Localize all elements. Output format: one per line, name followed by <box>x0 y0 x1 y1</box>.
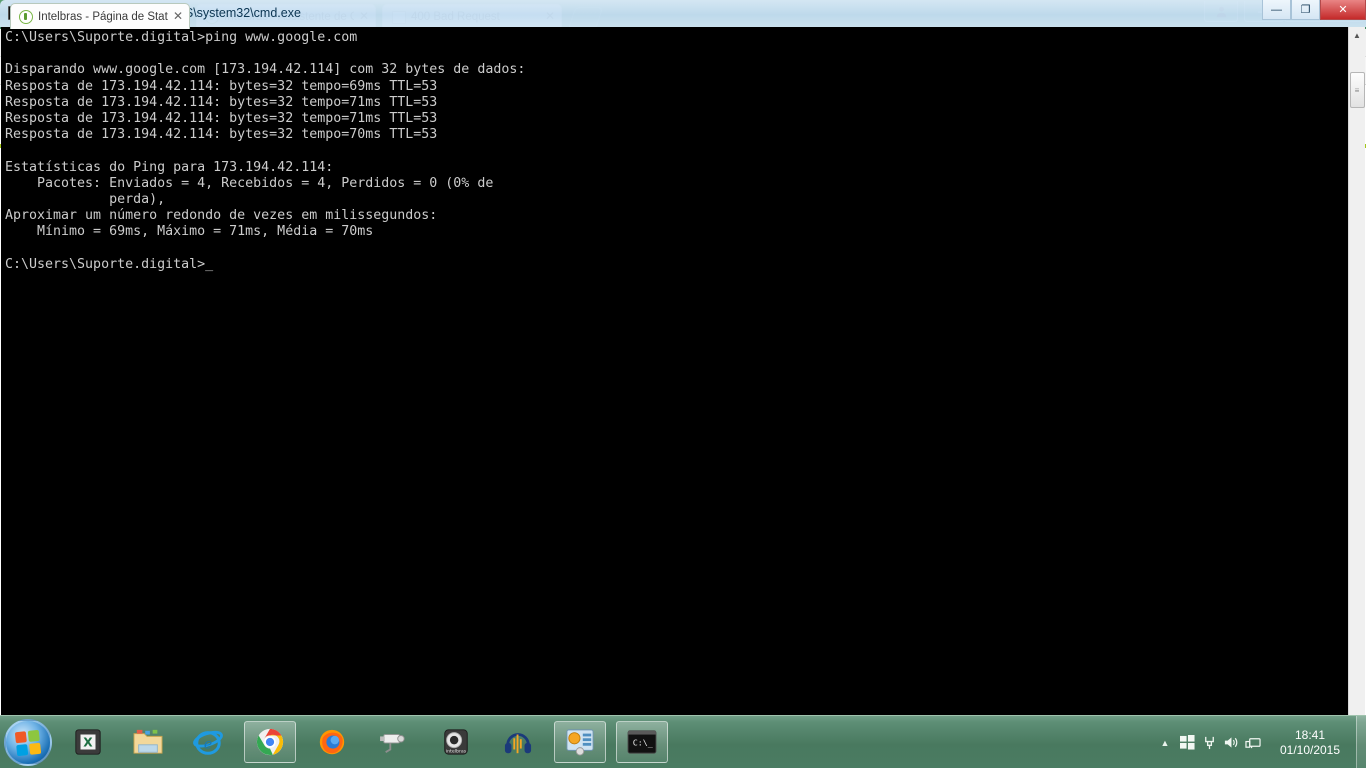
folder-icon <box>132 728 164 756</box>
maximize-button[interactable]: ❐ <box>1291 0 1320 20</box>
dvr-icon: intelbras <box>441 727 471 757</box>
cmd-window-controls: — ❐ ✕ <box>1262 0 1366 20</box>
svg-text:e: e <box>204 737 212 753</box>
browser-tab-0[interactable]: Intelbras - Página de Statu ✕ <box>10 3 190 29</box>
taskbar-item-control-panel[interactable] <box>554 721 606 763</box>
taskbar-item-explorer[interactable] <box>122 721 174 763</box>
volume-icon[interactable] <box>1220 730 1242 756</box>
cmd-line: C:\Users\Suporte.digital>ping www.google… <box>5 30 357 45</box>
cmd-output-area[interactable]: C:\Users\Suporte.digital>ping www.google… <box>1 27 1348 767</box>
cmd-line: Mínimo = 69ms, Máximo = 71ms, Média = 70… <box>5 224 373 239</box>
command-prompt-window: C:\ Administrador: C:\WINDOWS\system32\c… <box>0 0 658 347</box>
cmd-title-bar[interactable]: C:\ Administrador: C:\WINDOWS\system32\c… <box>0 0 1366 27</box>
cmd-line: Estatísticas do Ping para 173.194.42.114… <box>5 160 333 175</box>
cmd-icon: C:\_ <box>626 729 658 755</box>
taskbar-item-camera[interactable] <box>368 721 420 763</box>
cmd-line: perda), <box>5 192 165 207</box>
taskbar-clock[interactable]: 18:41 01/10/2015 <box>1264 728 1356 758</box>
svg-text:C:\_: C:\_ <box>633 738 654 748</box>
windows-logo-icon <box>15 729 41 755</box>
cmd-line: Resposta de 173.194.42.114: bytes=32 tem… <box>5 127 437 142</box>
taskbar-item-chrome[interactable] <box>244 721 296 763</box>
taskbar-item-firefox[interactable] <box>306 721 358 763</box>
scroll-up-icon[interactable]: ▲ <box>1349 27 1366 44</box>
cmd-line: Resposta de 173.194.42.114: bytes=32 tem… <box>5 111 437 126</box>
cmd-line: Aproximar um número redondo de vezes em … <box>5 208 437 223</box>
chrome-icon <box>255 727 285 757</box>
firefox-icon <box>317 727 347 757</box>
scrollbar-track[interactable]: ≡ <box>1349 44 1366 750</box>
start-button[interactable] <box>4 719 52 766</box>
taskbar-item-textpad[interactable]: X <box>62 721 114 763</box>
close-icon[interactable]: ✕ <box>171 10 185 24</box>
show-desktop-button[interactable] <box>1356 716 1366 768</box>
textpad-icon: X <box>73 727 103 757</box>
windows-taskbar: X e <box>0 715 1366 768</box>
cmd-line: Disparando www.google.com [173.194.42.11… <box>5 62 525 77</box>
taskbar-item-cmd[interactable]: C:\_ <box>616 721 668 763</box>
taskbar-item-intelbras-dvr[interactable]: intelbras <box>430 721 482 763</box>
ie-icon: e <box>193 727 223 757</box>
cmd-line: C:\Users\Suporte.digital>_ <box>5 257 213 272</box>
close-button[interactable]: ✕ <box>1320 0 1366 20</box>
control-panel-icon <box>565 728 595 756</box>
browser-tab-title: Intelbras - Página de Statu <box>38 11 168 23</box>
intelbras-icon <box>19 10 33 24</box>
cmd-line: Resposta de 173.194.42.114: bytes=32 tem… <box>5 79 437 94</box>
cmd-line: Pacotes: Enviados = 4, Recebidos = 4, Pe… <box>5 176 493 191</box>
network-plug-icon[interactable] <box>1198 730 1220 756</box>
cmd-vertical-scrollbar[interactable]: ▲ ≡ ▼ <box>1348 27 1365 767</box>
clock-date: 01/10/2015 <box>1264 743 1356 758</box>
audacity-icon <box>503 728 533 756</box>
show-hidden-icons-button[interactable]: ▲ <box>1154 730 1176 756</box>
svg-text:intelbras: intelbras <box>446 748 467 754</box>
camera-icon <box>378 729 410 755</box>
minimize-button[interactable]: — <box>1262 0 1291 20</box>
windows-flag-icon[interactable] <box>1176 730 1198 756</box>
network-icon[interactable] <box>1242 730 1264 756</box>
svg-text:X: X <box>83 736 93 750</box>
system-tray: ▲ 18:41 01/10/2015 <box>1154 716 1366 768</box>
taskbar-item-audacity[interactable] <box>492 721 544 763</box>
scrollbar-thumb[interactable]: ≡ <box>1350 72 1365 108</box>
clock-time: 18:41 <box>1264 728 1356 743</box>
desktop-screen: Intelbras - Página de Statu ✕ Intelbras … <box>0 0 1366 768</box>
taskbar-item-internet-explorer[interactable]: e <box>182 721 234 763</box>
cmd-line: Resposta de 173.194.42.114: bytes=32 tem… <box>5 95 437 110</box>
